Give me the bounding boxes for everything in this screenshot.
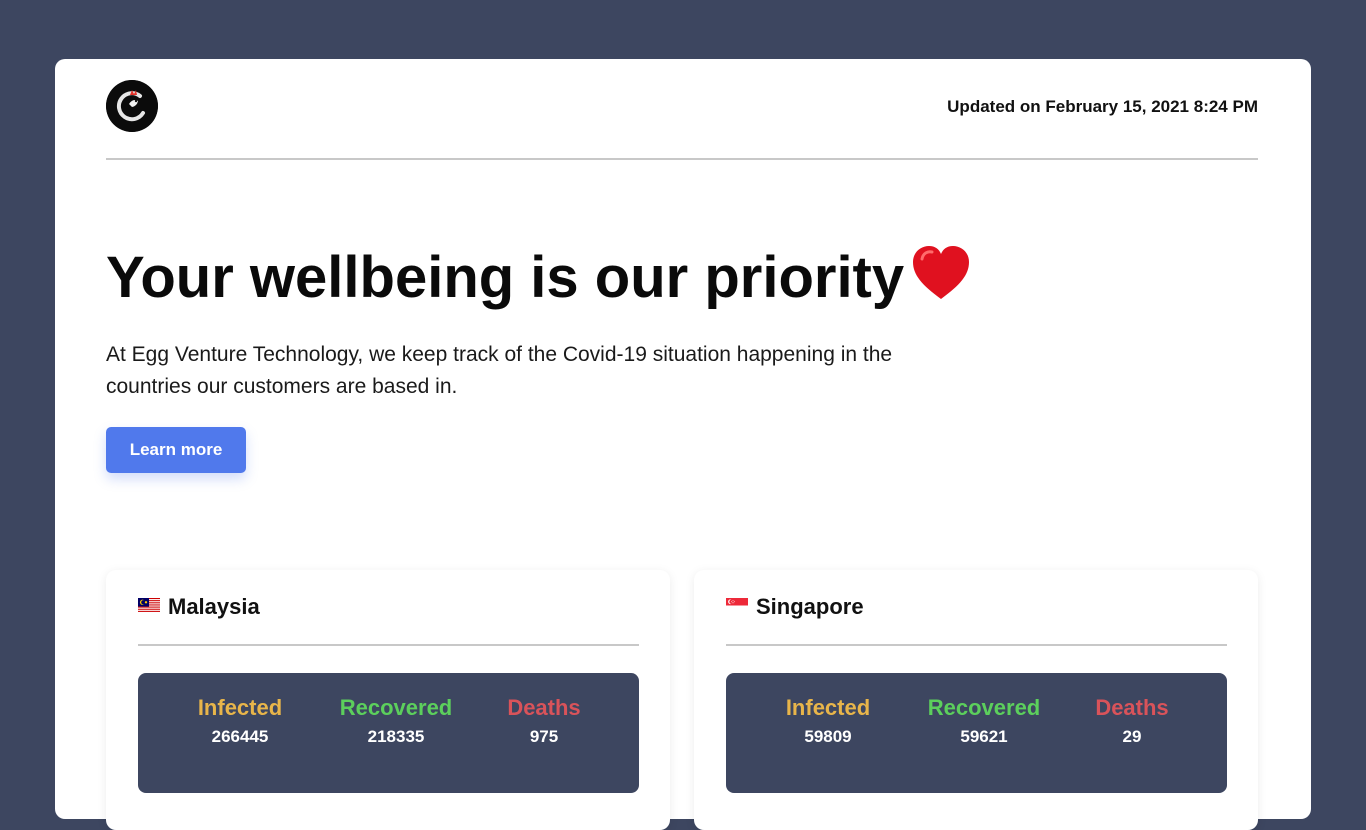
- deaths-value: 29: [1122, 727, 1142, 746]
- stat-recovered: Recovered 218335: [334, 695, 458, 747]
- recovered-label: Recovered: [339, 695, 453, 720]
- stats-panel: Infected 59809 Recovered 59621 Deaths 29: [726, 673, 1227, 793]
- country-header: Malaysia: [138, 594, 639, 646]
- country-name: Singapore: [756, 594, 864, 619]
- singapore-flag-icon: [726, 598, 748, 613]
- stat-recovered: Recovered 59621: [922, 695, 1046, 747]
- deaths-value: 975: [529, 727, 559, 746]
- updated-timestamp: Updated on February 15, 2021 8:24 PM: [947, 97, 1258, 116]
- stat-deaths: Deaths 29: [1086, 695, 1178, 747]
- country-card-malaysia: Malaysia Infected 266445 Recovered 21833…: [106, 570, 670, 830]
- country-name: Malaysia: [168, 594, 260, 619]
- stat-deaths: Deaths 975: [498, 695, 590, 747]
- hero-description: At Egg Venture Technology, we keep track…: [106, 343, 893, 398]
- recovered-value: 59621: [960, 727, 1008, 746]
- infected-value: 59809: [804, 727, 852, 746]
- stat-infected: Infected 59809: [772, 695, 884, 747]
- malaysia-flag-icon: [138, 598, 160, 613]
- infected-value: 266445: [211, 727, 269, 746]
- stat-infected: Infected 266445: [184, 695, 296, 747]
- hero-title: Your wellbeing is our priority: [106, 245, 970, 316]
- infected-label: Infected: [197, 695, 283, 720]
- learn-more-button[interactable]: Learn more: [106, 427, 246, 473]
- main-card: Updated on February 15, 2021 8:24 PM You…: [55, 59, 1311, 830]
- infected-label: Infected: [785, 695, 871, 720]
- recovered-value: 218335: [367, 727, 425, 746]
- heart-icon: [912, 245, 970, 316]
- rooster-logo-icon[interactable]: [106, 80, 158, 132]
- stats-panel: Infected 266445 Recovered 218335 Deaths …: [138, 673, 639, 793]
- recovered-label: Recovered: [927, 695, 1041, 720]
- country-card-singapore: Singapore Infected 59809 Recovered 59621…: [694, 570, 1258, 830]
- country-header: Singapore: [726, 594, 1227, 646]
- page-header: Updated on February 15, 2021 8:24 PM: [106, 79, 1258, 160]
- deaths-label: Deaths: [507, 695, 581, 720]
- hero-title-text: Your wellbeing is our priority: [106, 245, 905, 310]
- deaths-label: Deaths: [1095, 695, 1169, 720]
